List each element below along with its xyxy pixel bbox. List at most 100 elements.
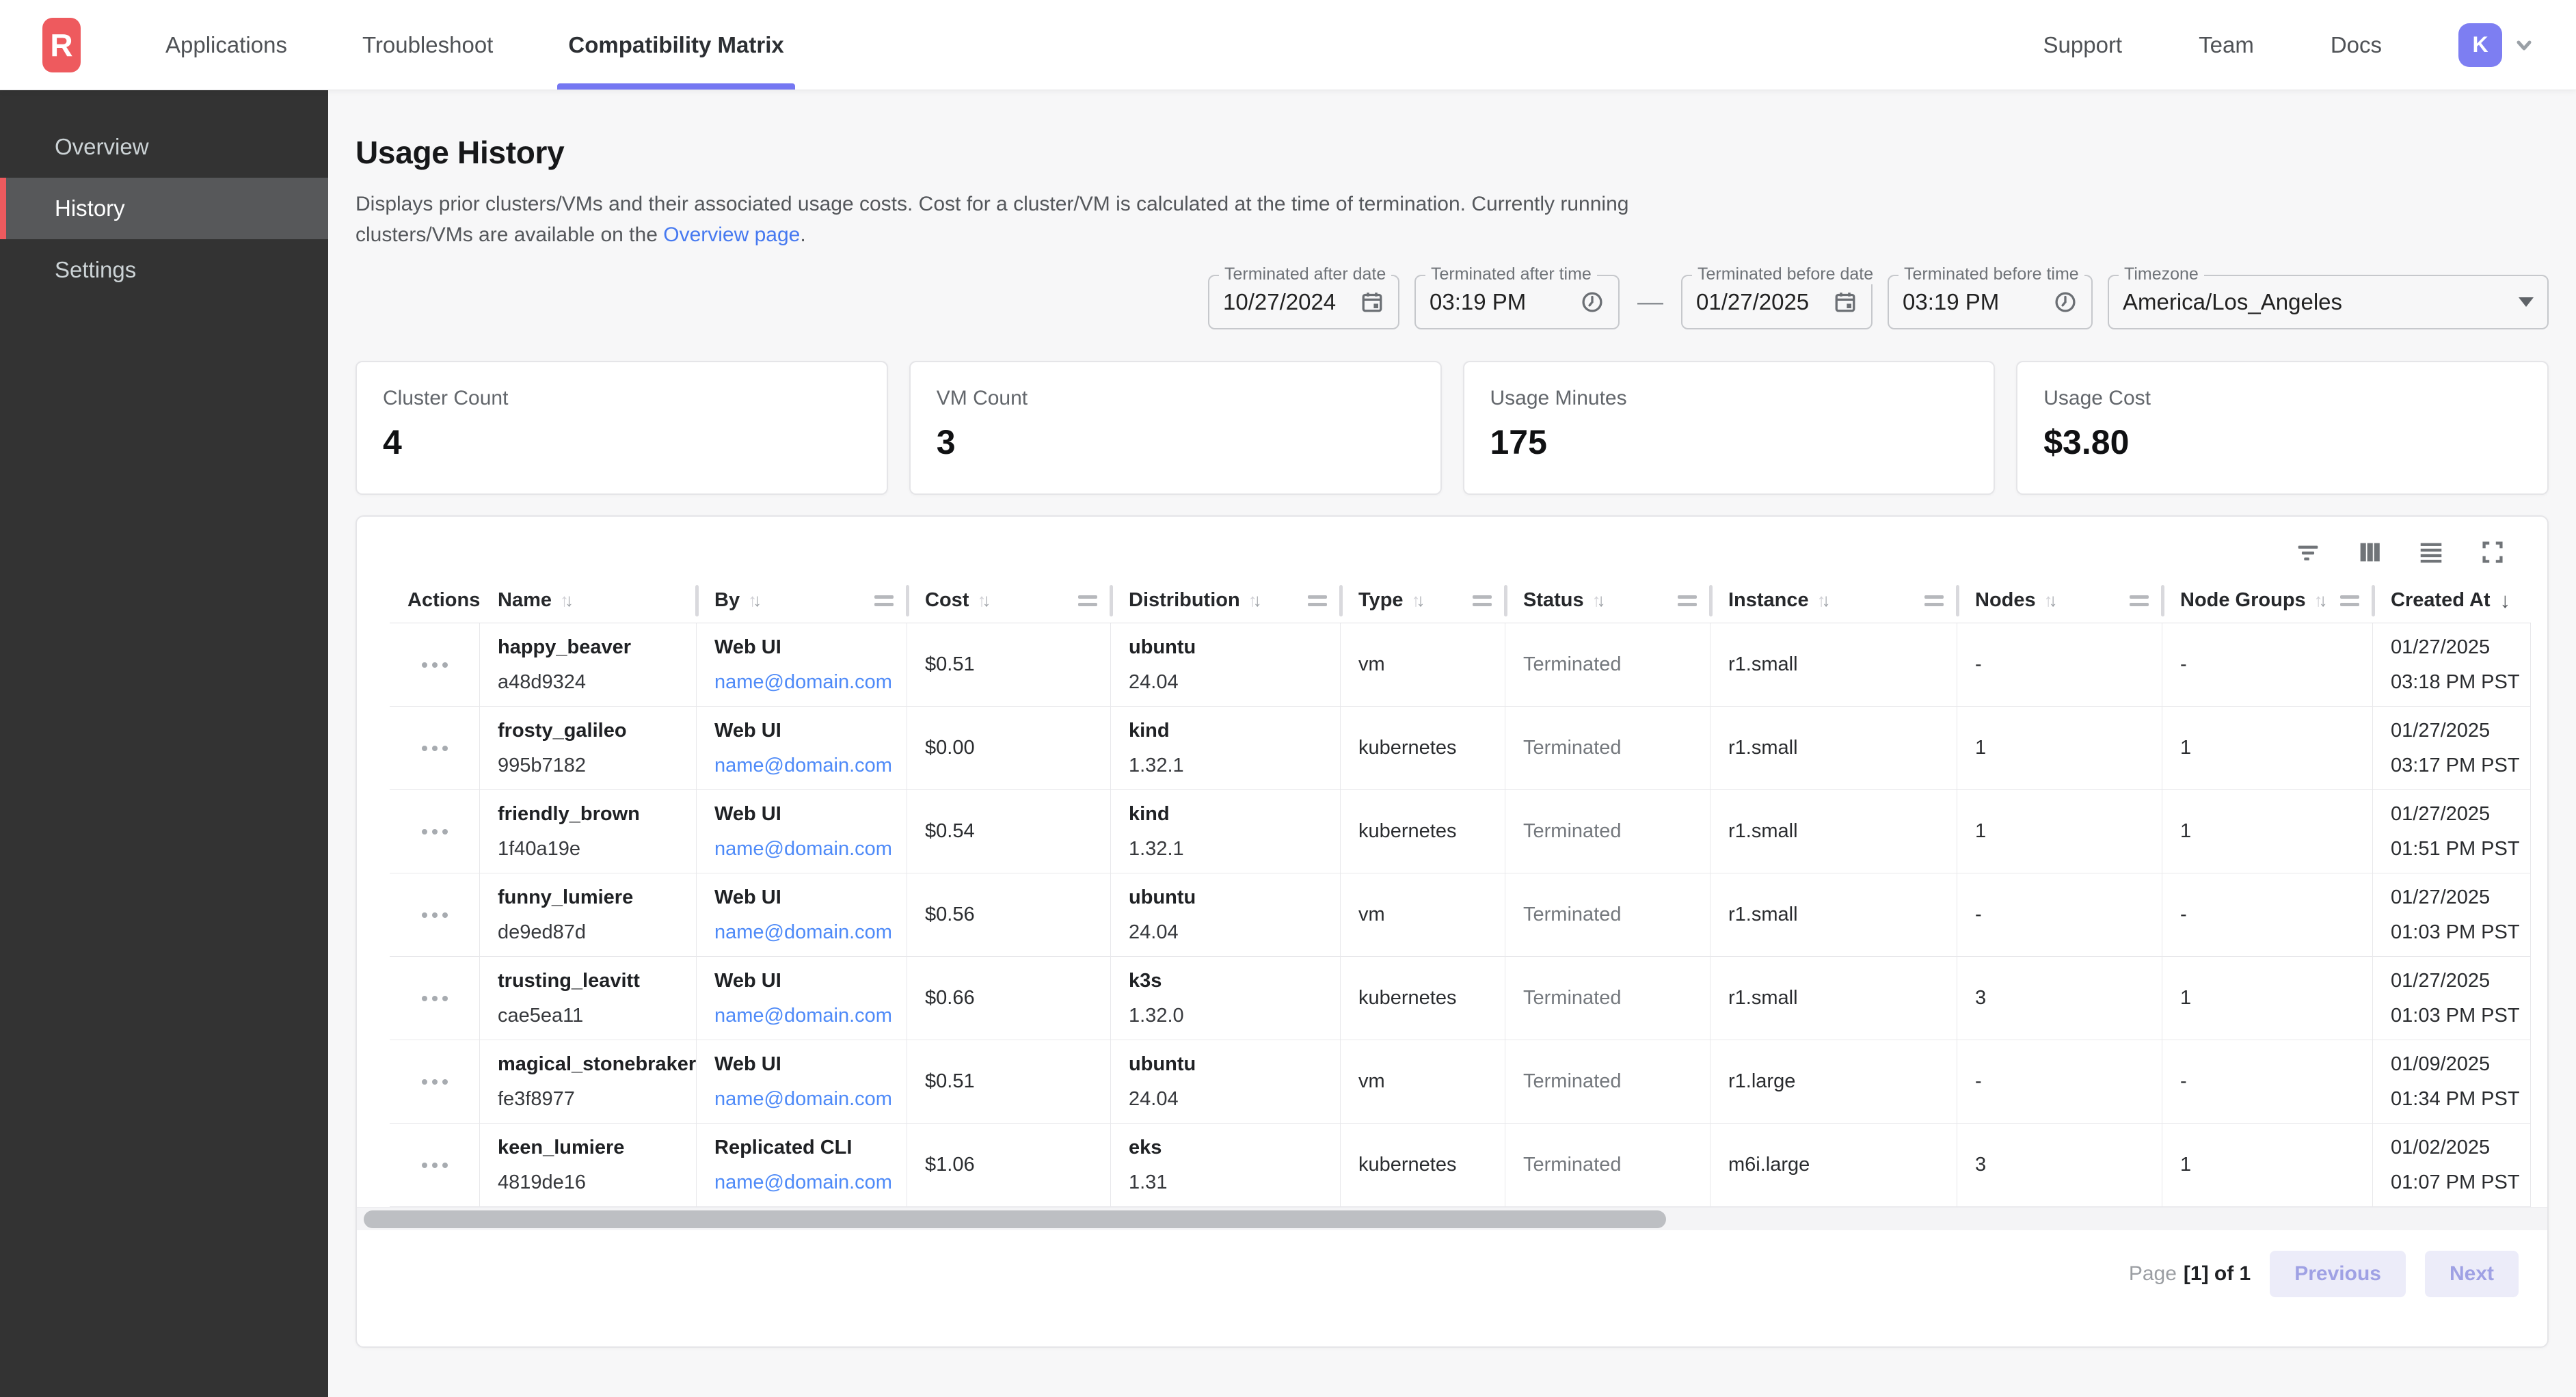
usage-table-card: ActionsName↑↓By↑↓Cost↑↓Distribution↑↓Typ… xyxy=(355,515,2549,1348)
created-by-source: Web UI xyxy=(714,720,894,742)
nodes-cell: - xyxy=(1957,1040,2162,1123)
sidebar-item-overview[interactable]: Overview xyxy=(0,116,328,178)
sort-icon[interactable]: ↑↓ xyxy=(2044,590,2058,611)
type-cell: vm xyxy=(1341,623,1505,706)
tab-compatibility-matrix[interactable]: Compatibility Matrix xyxy=(557,0,794,90)
density-icon[interactable] xyxy=(2416,537,2446,567)
more-actions-icon[interactable] xyxy=(415,822,455,841)
column-resize-handle-icon[interactable] xyxy=(1678,595,1697,606)
replicated-logo[interactable]: R xyxy=(42,18,81,72)
column-header-distribution[interactable]: Distribution ↑↓ xyxy=(1111,578,1341,623)
type-value: kubernetes xyxy=(1358,820,1492,843)
column-header-by[interactable]: By↑↓ xyxy=(697,578,907,623)
sort-down-arrow-icon: ↓ xyxy=(1822,590,1831,611)
nav-link-support[interactable]: Support xyxy=(2043,32,2123,58)
account-menu-button[interactable]: K xyxy=(2458,23,2538,67)
node-groups-cell: - xyxy=(2162,1040,2373,1123)
cost-value: $0.51 xyxy=(925,1070,1098,1093)
columns-icon[interactable] xyxy=(2354,537,2385,567)
horizontal-scrollbar-thumb[interactable] xyxy=(364,1210,1666,1228)
terminated-before-date-field[interactable]: Terminated before date 01/27/2025 xyxy=(1681,275,1873,329)
more-actions-icon[interactable] xyxy=(415,989,455,1008)
calendar-icon[interactable] xyxy=(1833,290,1857,314)
terminated-after-date-field[interactable]: Terminated after date 10/27/2024 xyxy=(1208,275,1399,329)
column-header-status[interactable]: Status↑↓ xyxy=(1505,578,1710,623)
terminated-after-date-label: Terminated after date xyxy=(1219,265,1391,284)
sidebar-item-settings[interactable]: Settings xyxy=(0,239,328,301)
sort-desc-icon[interactable]: ↓ xyxy=(2500,588,2511,613)
column-resize-handle-icon[interactable] xyxy=(1308,595,1327,606)
stat-value: 3 xyxy=(937,422,1414,462)
tab-applications[interactable]: Applications xyxy=(155,0,298,90)
nodes-value: 1 xyxy=(1975,737,2149,759)
cluster-id: de9ed87d xyxy=(498,921,684,944)
tab-troubleshoot[interactable]: Troubleshoot xyxy=(351,0,504,90)
timezone-select[interactable]: Timezone America/Los_Angeles xyxy=(2108,275,2549,329)
nav-link-docs[interactable]: Docs xyxy=(2331,32,2382,58)
distribution-cell: ubuntu24.04 xyxy=(1111,623,1341,706)
distribution-name: ubuntu xyxy=(1129,886,1328,909)
email-link[interactable]: name@domain.com xyxy=(714,1088,894,1111)
distribution-name: kind xyxy=(1129,803,1328,826)
column-header-node-groups[interactable]: Node Groups↑↓ xyxy=(2162,578,2373,623)
cluster-id: cae5ea11 xyxy=(498,1005,684,1027)
more-actions-icon[interactable] xyxy=(415,906,455,925)
nav-link-team[interactable]: Team xyxy=(2199,32,2254,58)
instance-value: r1.small xyxy=(1728,820,1944,843)
email-link[interactable]: name@domain.com xyxy=(714,838,894,860)
email-link[interactable]: name@domain.com xyxy=(714,1171,894,1194)
email-link[interactable]: name@domain.com xyxy=(714,1005,894,1027)
column-resize-handle-icon[interactable] xyxy=(1473,595,1492,606)
nodes-value: - xyxy=(1975,904,2149,926)
previous-page-button[interactable]: Previous xyxy=(2270,1251,2406,1297)
column-resize-handle-icon[interactable] xyxy=(1924,595,1944,606)
sort-icon[interactable]: ↑↓ xyxy=(1817,590,1831,611)
column-resize-handle-icon[interactable] xyxy=(2130,595,2149,606)
email-link[interactable]: name@domain.com xyxy=(714,671,894,694)
sort-icon[interactable]: ↑↓ xyxy=(560,590,574,611)
column-header-name[interactable]: Name↑↓ xyxy=(480,578,697,623)
horizontal-scrollbar-track[interactable] xyxy=(357,1207,2547,1230)
email-link[interactable]: name@domain.com xyxy=(714,755,894,777)
overview-page-link[interactable]: Overview page xyxy=(663,223,800,246)
next-page-button[interactable]: Next xyxy=(2425,1251,2519,1297)
column-header-created-at[interactable]: Created At↓ xyxy=(2373,578,2531,623)
instance-value: r1.small xyxy=(1728,987,1944,1009)
column-header-actions[interactable]: Actions xyxy=(390,578,480,623)
filter-icon[interactable] xyxy=(2293,537,2323,567)
more-actions-icon[interactable] xyxy=(415,1156,455,1175)
more-actions-icon[interactable] xyxy=(415,1072,455,1091)
created-by-source: Web UI xyxy=(714,970,894,992)
sort-icon[interactable]: ↑↓ xyxy=(1412,590,1425,611)
sort-icon[interactable]: ↑↓ xyxy=(1248,590,1262,611)
column-resize-handle-icon[interactable] xyxy=(2340,595,2359,606)
clock-icon[interactable] xyxy=(1580,290,1605,314)
distribution-version: 1.32.1 xyxy=(1129,838,1328,860)
sort-icon[interactable]: ↑↓ xyxy=(748,590,762,611)
sidebar-item-history[interactable]: History xyxy=(0,178,328,239)
fullscreen-icon[interactable] xyxy=(2478,537,2508,567)
clock-icon[interactable] xyxy=(2053,290,2078,314)
by-cell: Web UIname@domain.com xyxy=(697,873,907,956)
more-actions-icon[interactable] xyxy=(415,739,455,758)
column-label: Distribution xyxy=(1129,589,1240,612)
column-header-instance[interactable]: Instance↑↓ xyxy=(1710,578,1957,623)
sort-icon[interactable]: ↑↓ xyxy=(2314,590,2328,611)
column-resize-handle-icon[interactable] xyxy=(874,595,894,606)
type-value: kubernetes xyxy=(1358,987,1492,1009)
email-link[interactable]: name@domain.com xyxy=(714,921,894,944)
sort-icon[interactable]: ↑↓ xyxy=(977,590,991,611)
sort-icon[interactable]: ↑↓ xyxy=(1592,590,1606,611)
column-header-nodes[interactable]: Nodes↑↓ xyxy=(1957,578,2162,623)
column-resize-handle-icon[interactable] xyxy=(1078,595,1097,606)
column-header-cost[interactable]: Cost↑↓ xyxy=(907,578,1111,623)
node-groups-value: 1 xyxy=(2180,1154,2360,1176)
more-actions-icon[interactable] xyxy=(415,655,455,675)
terminated-before-time-field[interactable]: Terminated before time 03:19 PM xyxy=(1888,275,2093,329)
column-header-type[interactable]: Type↑↓ xyxy=(1341,578,1505,623)
instance-cell: r1.large xyxy=(1710,1040,1957,1123)
sidebar: Overview History Settings xyxy=(0,90,328,1397)
terminated-after-time-field[interactable]: Terminated after time 03:19 PM xyxy=(1414,275,1620,329)
calendar-icon[interactable] xyxy=(1360,290,1384,314)
node-groups-cell: 1 xyxy=(2162,790,2373,873)
